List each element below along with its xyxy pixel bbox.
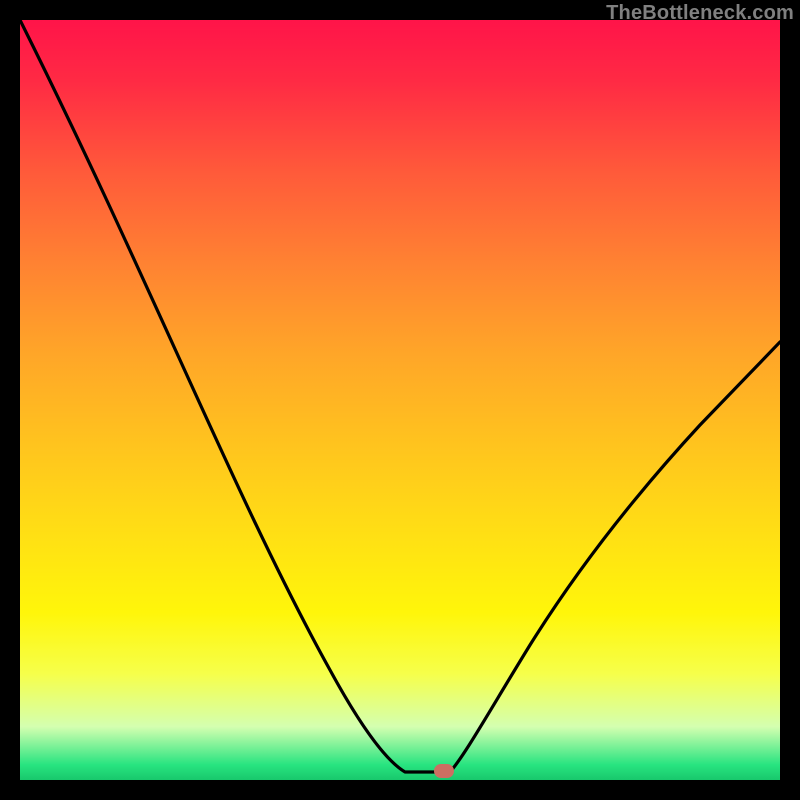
bottleneck-curve-path [20, 20, 780, 772]
chart-container: TheBottleneck.com [0, 0, 800, 800]
plot-area [20, 20, 780, 780]
curve-svg [20, 20, 780, 780]
minimum-marker [434, 764, 454, 778]
